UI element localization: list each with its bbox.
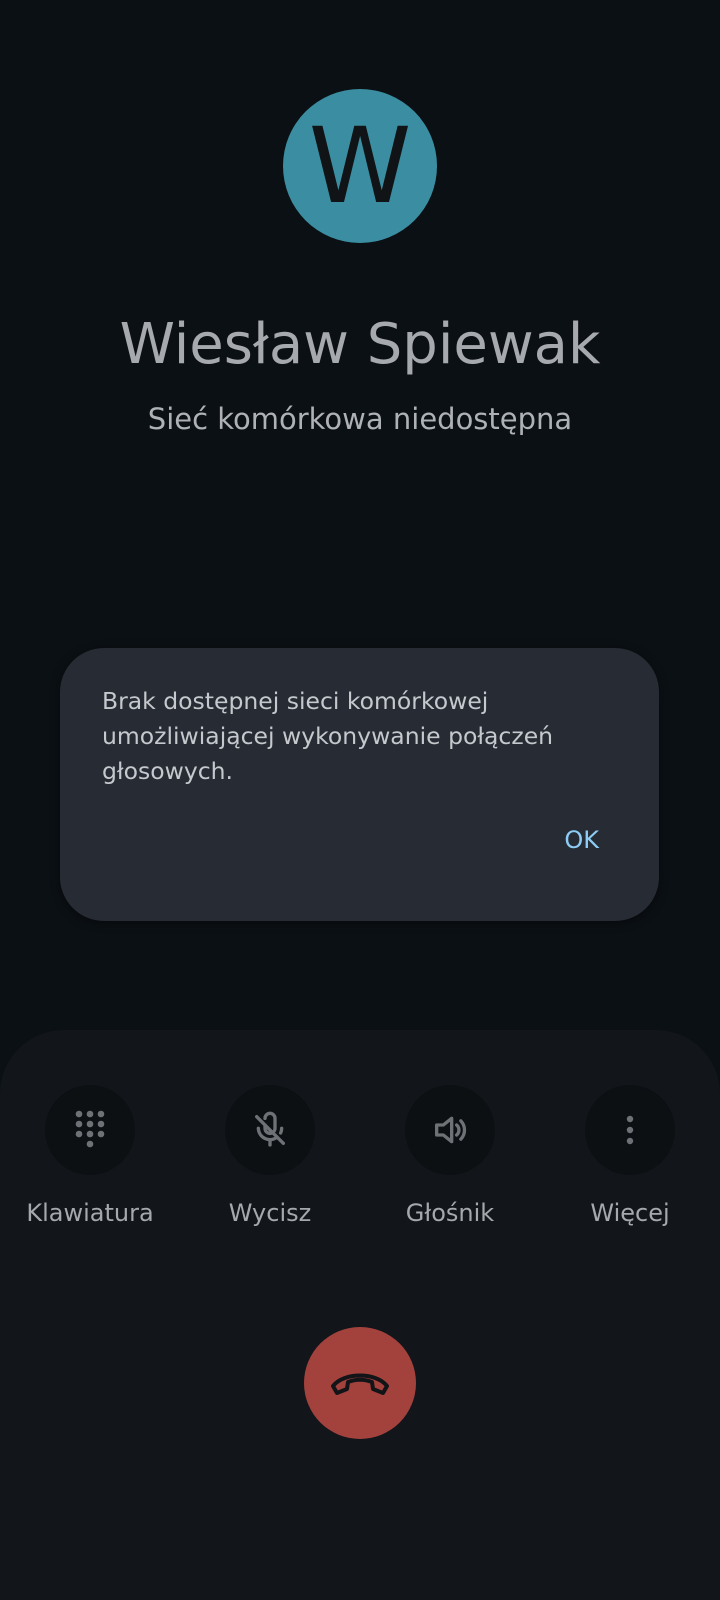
contact-avatar: W bbox=[283, 89, 437, 243]
speaker-button[interactable]: Głośnik bbox=[360, 1085, 540, 1227]
dialog-message: Brak dostępnej sieci komórkowej umożliwi… bbox=[102, 687, 554, 785]
dialog-ok-button[interactable]: OK bbox=[554, 818, 609, 862]
keypad-button-circle[interactable] bbox=[45, 1085, 135, 1175]
mute-button[interactable]: Wycisz bbox=[180, 1085, 360, 1227]
mute-button-circle[interactable] bbox=[225, 1085, 315, 1175]
contact-name: Wiesław Spiewak bbox=[119, 312, 601, 377]
network-unavailable-dialog: Brak dostępnej sieci komórkowej umożliwi… bbox=[60, 648, 659, 921]
keypad-label: Klawiatura bbox=[26, 1199, 154, 1227]
call-controls-panel: Klawiatura Wycisz Głośnik Więcej bbox=[0, 1030, 720, 1600]
speaker-icon bbox=[435, 1116, 467, 1144]
more-button-circle[interactable] bbox=[585, 1085, 675, 1175]
call-end-icon bbox=[331, 1373, 389, 1395]
more-button[interactable]: Więcej bbox=[540, 1085, 720, 1227]
call-status: Sieć komórkowa niedostępna bbox=[147, 402, 573, 436]
mute-label: Wycisz bbox=[228, 1199, 312, 1227]
keypad-button[interactable]: Klawiatura bbox=[0, 1085, 180, 1227]
speaker-button-circle[interactable] bbox=[405, 1085, 495, 1175]
mic-off-icon bbox=[255, 1111, 285, 1147]
more-vert-icon bbox=[626, 1115, 634, 1145]
end-call-button[interactable] bbox=[304, 1327, 416, 1439]
speaker-label: Głośnik bbox=[405, 1199, 495, 1227]
dialpad-icon bbox=[75, 1110, 105, 1148]
more-label: Więcej bbox=[590, 1199, 670, 1227]
avatar-initial: W bbox=[308, 105, 412, 227]
